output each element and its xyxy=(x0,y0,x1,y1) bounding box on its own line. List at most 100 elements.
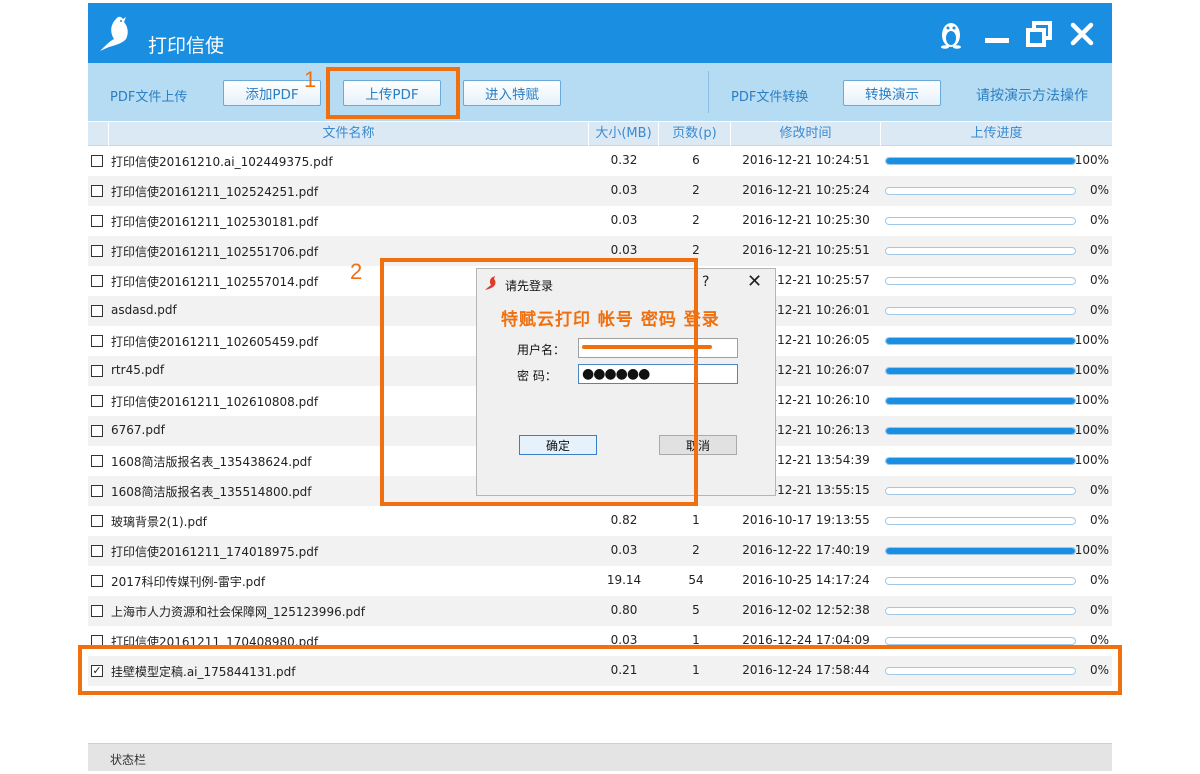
file-name-cell: 玻璃背景2(1).pdf xyxy=(111,515,207,529)
table-row[interactable]: 打印信使20161211_174018975.pdf 0.03 2 2016-12-2… xyxy=(88,536,1112,566)
upload-percent-cell: 0% xyxy=(1089,513,1109,527)
upload-percent-cell: 0% xyxy=(1089,243,1109,257)
upload-progress-bar xyxy=(885,427,1076,435)
row-checkbox[interactable] xyxy=(91,425,103,437)
upload-percent-cell: 100% xyxy=(1074,543,1109,557)
upload-percent-cell: 0% xyxy=(1089,573,1109,587)
restore-icon xyxy=(1026,21,1052,47)
file-size-cell: 0.82 xyxy=(610,513,638,527)
row-checkbox[interactable] xyxy=(91,245,103,257)
minimize-button[interactable] xyxy=(980,17,1014,51)
row-checkbox[interactable] xyxy=(91,215,103,227)
status-bar: 状态栏 xyxy=(88,743,1112,771)
row-checkbox[interactable] xyxy=(91,305,103,317)
upload-progress-fill xyxy=(886,458,1075,464)
page-count-cell: 1 xyxy=(692,663,700,677)
row-checkbox[interactable]: ✓ xyxy=(91,665,103,677)
row-checkbox[interactable] xyxy=(91,395,103,407)
modified-time-cell: 2016-12-24 17:58:44 xyxy=(742,663,870,677)
close-icon xyxy=(1070,22,1094,46)
file-name-cell: rtr45.pdf xyxy=(111,363,165,377)
row-checkbox[interactable] xyxy=(91,365,103,377)
page-count-cell: 2 xyxy=(692,543,700,557)
upload-progress-fill xyxy=(886,398,1075,404)
upload-progress-bar xyxy=(885,457,1076,465)
column-header-pages[interactable]: 页数(p) xyxy=(658,122,730,146)
table-row[interactable]: 打印信使20161211_102530181.pdf 0.03 2 2016-12-2… xyxy=(88,206,1112,236)
file-size-cell: 0.03 xyxy=(610,543,638,557)
file-name-cell: 打印信使20161211_102530181.pdf xyxy=(111,215,319,229)
upload-progress-fill xyxy=(886,158,1075,164)
upload-pdf-button[interactable]: 上传PDF xyxy=(343,80,441,106)
file-size-cell: 0.32 xyxy=(610,153,638,167)
row-checkbox[interactable] xyxy=(91,635,103,647)
enter-tefu-button[interactable]: 进入特赋 xyxy=(463,80,561,106)
upload-percent-cell: 0% xyxy=(1089,273,1109,287)
file-name-cell: 挂壁模型定稿.ai_175844131.pdf xyxy=(111,665,296,679)
pdf-upload-label: PDF文件上传 xyxy=(110,90,188,105)
column-header-time[interactable]: 修改时间 xyxy=(730,122,880,146)
table-row[interactable]: 玻璃背景2(1).pdf 0.82 1 2016-10-17 19:13:55 0% xyxy=(88,506,1112,536)
redaction-mark xyxy=(582,345,712,349)
status-text: 状态栏 xyxy=(110,753,147,767)
upload-percent-cell: 100% xyxy=(1074,393,1109,407)
table-row[interactable]: ✓ 挂壁模型定稿.ai_175844131.pdf 0.21 1 2016-12-24 … xyxy=(88,656,1112,686)
file-name-cell: 1608简洁版报名表_135438624.pdf xyxy=(111,455,312,469)
modified-time-cell: 2016-12-22 17:40:19 xyxy=(742,543,870,557)
row-checkbox[interactable] xyxy=(91,335,103,347)
row-checkbox[interactable] xyxy=(91,455,103,467)
file-name-cell: asdasd.pdf xyxy=(111,303,177,317)
row-checkbox[interactable] xyxy=(91,605,103,617)
upload-progress-bar xyxy=(885,577,1076,585)
row-checkbox[interactable] xyxy=(91,155,103,167)
upload-progress-fill xyxy=(886,368,1075,374)
row-checkbox[interactable] xyxy=(91,515,103,527)
table-row[interactable]: 打印信使20161211_102551706.pdf 0.03 2 2016-12-2… xyxy=(88,236,1112,266)
password-label: 密 码： xyxy=(517,369,557,383)
row-checkbox[interactable] xyxy=(91,485,103,497)
password-input[interactable]: ●●●●●● xyxy=(578,364,738,384)
ok-button[interactable]: 确定 xyxy=(519,435,597,455)
page-count-cell: 6 xyxy=(692,153,700,167)
convert-demo-button[interactable]: 转换演示 xyxy=(843,80,941,106)
upload-progress-bar xyxy=(885,157,1076,165)
username-input[interactable] xyxy=(578,338,738,358)
row-checkbox[interactable] xyxy=(91,545,103,557)
file-size-cell: 0.03 xyxy=(610,633,638,647)
upload-progress-fill xyxy=(886,548,1075,554)
modified-time-cell: 2016-12-21 10:24:51 xyxy=(742,153,870,167)
pdf-convert-label: PDF文件转换 xyxy=(731,90,809,105)
file-name-cell: 上海市人力资源和社会保障网_125123996.pdf xyxy=(111,605,365,619)
upload-progress-bar xyxy=(885,487,1076,495)
modified-time-cell: 2016-10-25 14:17:24 xyxy=(742,573,870,587)
upload-progress-bar xyxy=(885,607,1076,615)
column-header-size[interactable]: 大小(MB) xyxy=(588,122,658,146)
row-checkbox[interactable] xyxy=(91,185,103,197)
table-row[interactable]: 2017科印传媒刊例-雷宇.pdf 19.14 54 2016-10-25 14:17… xyxy=(88,566,1112,596)
column-header-name[interactable]: 文件名称 xyxy=(108,122,588,146)
table-row[interactable]: 打印信使20161211_102524251.pdf 0.03 2 2016-12-2… xyxy=(88,176,1112,206)
restore-button[interactable] xyxy=(1022,17,1056,51)
close-button[interactable] xyxy=(1065,17,1099,51)
app-window: 打印信使 PDF文件上传 添加PDF 上传PDF 进入特赋 PDF文件转换 转换… xyxy=(78,3,1122,774)
table-row[interactable]: 上海市人力资源和社会保障网_125123996.pdf 0.80 5 2016-12-… xyxy=(88,596,1112,626)
upload-progress-bar xyxy=(885,667,1076,675)
user-button[interactable] xyxy=(934,17,968,51)
upload-percent-cell: 100% xyxy=(1074,363,1109,377)
table-row[interactable]: 打印信使20161211_170408980.pdf 0.03 1 2016-12-2… xyxy=(88,626,1112,656)
row-checkbox[interactable] xyxy=(91,575,103,587)
column-header-progress[interactable]: 上传进度 xyxy=(880,122,1112,146)
cancel-button[interactable]: 取消 xyxy=(659,435,737,455)
table-row[interactable]: 打印信使20161210.ai_102449375.pdf 0.32 6 2016-1… xyxy=(88,146,1112,176)
upload-progress-fill xyxy=(886,338,1075,344)
username-label: 用户名： xyxy=(517,343,566,357)
dialog-heading: 特赋云打印 帐号 密码 登录 xyxy=(501,310,720,330)
page-count-cell: 2 xyxy=(692,183,700,197)
upload-progress-bar xyxy=(885,337,1076,345)
row-checkbox[interactable] xyxy=(91,275,103,287)
dialog-close-button[interactable]: ✕ xyxy=(747,271,762,292)
dialog-title: 请先登录 xyxy=(505,279,554,293)
demo-hint-text: 请按演示方法操作 xyxy=(976,88,1088,104)
page-count-cell: 2 xyxy=(692,213,700,227)
help-button[interactable]: ? xyxy=(702,274,709,290)
